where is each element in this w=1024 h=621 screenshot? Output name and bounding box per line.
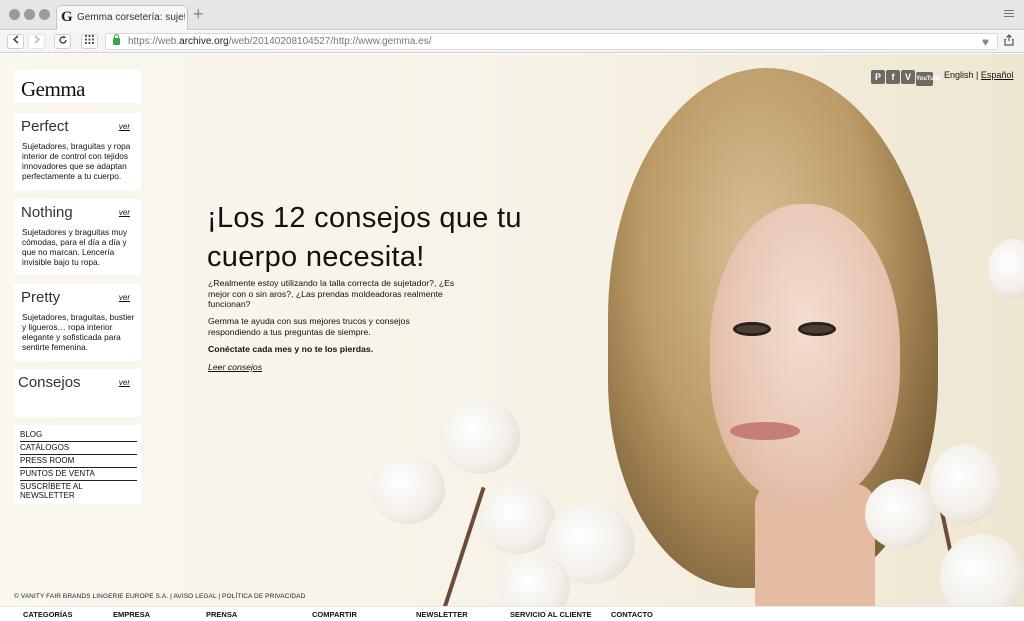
lang-separator: | [976, 70, 979, 80]
url-path: /web/20140208104527/http://www.gemma.es/ [228, 36, 432, 47]
web-page: Gemma Perfect ver Sujetadores, braguitas… [0, 54, 1024, 621]
back-button[interactable] [7, 34, 24, 49]
url-domain: archive.org [179, 36, 229, 47]
cotton-flower [440, 399, 520, 474]
tab-title: Gemma corsetería: sujetadore [77, 12, 185, 23]
card-perfect: Perfect ver Sujetadores, braguitas y rop… [14, 113, 141, 190]
model-eye-left [733, 322, 771, 336]
lang-espanol-link[interactable]: Español [981, 70, 1014, 80]
footer-nav: CATEGORÍAS EMPRESA PRENSA COMPARTIR NEWS… [0, 606, 1024, 621]
pinterest-icon[interactable]: P [871, 70, 885, 84]
cotton-flower [930, 444, 1000, 524]
ver-link[interactable]: ver [119, 122, 130, 131]
back-arrow-icon [12, 35, 18, 44]
cotton-flower [480, 484, 555, 554]
card-description: Sujetadores y braguitas muy cómodas, par… [22, 227, 128, 267]
lock-icon [113, 34, 120, 45]
cotton-flower [370, 454, 445, 524]
side-menu: BLOG CATÁLOGOS PRESS ROOM PUNTOS DE VENT… [14, 425, 141, 504]
card-title: Pretty [21, 289, 61, 306]
footer-contacto[interactable]: CONTACTO [611, 610, 653, 619]
zoom-window-button[interactable] [39, 9, 50, 20]
share-icon[interactable] [1004, 34, 1014, 49]
hero-photo [370, 54, 1024, 621]
ver-link[interactable]: ver [119, 293, 130, 302]
promo-headline: ¡Los 12 consejos que tu cuerpo necesita! [207, 202, 522, 273]
card-title: Consejos [18, 374, 81, 391]
footer-servicio-cliente[interactable]: SERVICIO AL CLIENTE [510, 610, 592, 619]
logo-box[interactable]: Gemma [14, 70, 141, 103]
footer-categorias[interactable]: CATEGORÍAS [23, 610, 72, 619]
cotton-flower [988, 239, 1024, 299]
youtube-icon[interactable]: YouTube [916, 72, 941, 86]
promo-paragraph-3: Conéctate cada mes y no te los pierdas. [208, 344, 374, 354]
reload-button[interactable] [54, 34, 71, 49]
card-consejos: Consejos ver [14, 369, 141, 417]
reload-icon [58, 35, 67, 44]
heart-icon[interactable]: ♥ [982, 35, 989, 49]
promo-paragraph-1: ¿Realmente estoy utilizando la talla cor… [208, 278, 455, 309]
menu-item-catalogos[interactable]: CATÁLOGOS [20, 442, 137, 455]
card-nothing: Nothing ver Sujetadores y braguitas muy … [14, 199, 141, 275]
social-links: Pf V YouTube [871, 67, 941, 86]
lang-english-link[interactable]: English [944, 70, 974, 80]
ver-link[interactable]: ver [119, 208, 130, 217]
vimeo-icon[interactable]: V [901, 70, 915, 84]
gemma-logo: Gemma [21, 77, 85, 101]
forward-button[interactable] [28, 34, 45, 49]
hamburger-menu-icon[interactable] [1004, 10, 1014, 19]
legal-text: © VANITY FAIR BRANDS LINGERIE EUROPE S.A… [14, 593, 306, 600]
card-title: Perfect [21, 118, 69, 135]
language-switcher: English | Español [944, 70, 1013, 80]
footer-newsletter[interactable]: NEWSLETTER [416, 610, 468, 619]
cotton-flower [865, 479, 935, 549]
browser-tab[interactable]: G Gemma corsetería: sujetadore [56, 5, 188, 30]
card-title: Nothing [21, 204, 73, 221]
model-face [710, 204, 900, 504]
model-eye-right [798, 322, 836, 336]
footer-prensa[interactable]: PRENSA [206, 610, 237, 619]
cotton-stem [438, 486, 486, 621]
leer-consejos-link[interactable]: Leer consejos [208, 362, 262, 372]
footer-compartir[interactable]: COMPARTIR [312, 610, 357, 619]
footer-empresa[interactable]: EMPRESA [113, 610, 150, 619]
model-mouth [730, 422, 800, 440]
ver-link[interactable]: ver [119, 378, 130, 387]
menu-item-puntos-de-venta[interactable]: PUNTOS DE VENTA [20, 468, 137, 481]
forward-arrow-icon [34, 35, 40, 44]
browser-titlebar: G Gemma corsetería: sujetadore + [0, 0, 1024, 30]
browser-toolbar: https://web.archive.org/web/201402081045… [0, 31, 1024, 53]
promo-paragraph-2: Gemma te ayuda con sus mejores trucos y … [208, 316, 410, 337]
apps-button[interactable] [81, 34, 98, 49]
menu-item-press-room[interactable]: PRESS ROOM [20, 455, 137, 468]
card-description: Sujetadores, braguitas y ropa interior d… [22, 141, 131, 181]
close-window-button[interactable] [9, 9, 20, 20]
card-description: Sujetadores, braguitas, bustier y liguer… [22, 312, 135, 352]
card-pretty: Pretty ver Sujetadores, braguitas, busti… [14, 284, 141, 361]
apps-grid-icon [85, 35, 94, 44]
address-bar[interactable]: https://web.archive.org/web/201402081045… [105, 33, 998, 50]
facebook-icon[interactable]: f [886, 70, 900, 84]
url-text: https://web.archive.org/web/201402081045… [128, 36, 432, 47]
url-prefix: https://web. [128, 36, 180, 47]
model-neck [755, 484, 875, 621]
new-tab-button[interactable]: + [193, 5, 204, 23]
minimize-window-button[interactable] [24, 9, 35, 20]
menu-item-blog[interactable]: BLOG [20, 429, 137, 442]
menu-item-newsletter[interactable]: SUSCRÍBETE AL NEWSLETTER [20, 481, 137, 502]
site-favicon-icon: G [61, 9, 73, 25]
